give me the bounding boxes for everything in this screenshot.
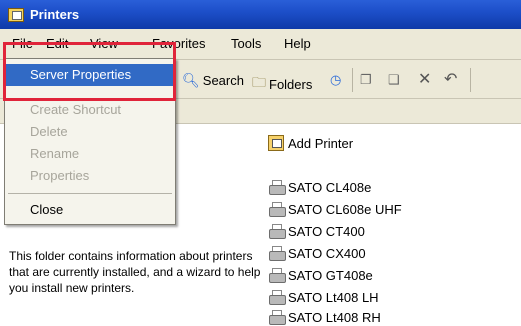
printer-name: SATO CL408e: [288, 179, 372, 195]
printer-icon: [268, 309, 286, 325]
printer-name: SATO Lt408 RH: [288, 309, 381, 325]
folders-icon: 🗀︎: [252, 74, 266, 90]
printer-name: SATO Lt408 LH: [288, 289, 379, 305]
add-printer-item[interactable]: Add Printer: [268, 134, 353, 152]
printer-icon: [268, 179, 286, 195]
undo-icon[interactable]: ↶: [444, 69, 457, 89]
printer-item[interactable]: SATO GT408e: [268, 266, 373, 284]
add-printer-label: Add Printer: [288, 135, 354, 151]
move-to-icon[interactable]: ❐: [360, 72, 372, 88]
printer-name: SATO CX400: [288, 245, 366, 261]
add-printer-icon: [268, 135, 284, 151]
history-icon[interactable]: ◷: [330, 72, 341, 88]
printer-item[interactable]: SATO CT400: [268, 222, 365, 240]
folders-button[interactable]: 🗀︎ Folders: [252, 72, 312, 96]
folder-info-text: This folder contains information about p…: [9, 249, 261, 295]
folders-label: Folders: [269, 76, 313, 92]
printer-name: SATO CL608e UHF: [288, 201, 402, 217]
printer-item[interactable]: SATO Lt408 LH: [268, 288, 379, 306]
menu-item-create-shortcut: Create Shortcut: [30, 102, 122, 117]
menu-item-rename: Rename: [30, 146, 80, 161]
printer-icon: [268, 223, 286, 239]
search-icon: 🔍︎: [182, 72, 200, 88]
menu-item-close[interactable]: Close: [6, 199, 174, 221]
highlight-annotation-box: [3, 42, 176, 101]
menu-item-properties: Properties: [30, 168, 90, 183]
printer-icon: [268, 289, 286, 305]
printer-item[interactable]: SATO Lt408 RH: [268, 308, 381, 326]
printer-item[interactable]: SATO CL608e UHF: [268, 200, 402, 218]
printer-item[interactable]: SATO CX400: [268, 244, 366, 262]
toolbar-separator: [352, 68, 353, 92]
menu-help[interactable]: Help: [284, 36, 311, 52]
printers-folder-icon: [8, 7, 24, 22]
menu-separator: [8, 193, 172, 194]
menu-item-delete: Delete: [30, 124, 68, 139]
search-label: Search: [202, 73, 244, 88]
window-title: Printers: [30, 7, 80, 22]
printer-item[interactable]: SATO CL408e: [268, 178, 371, 196]
menu-tools[interactable]: Tools: [231, 36, 261, 52]
search-button[interactable]: 🔍︎ Search: [182, 72, 244, 89]
printer-name: SATO GT408e: [288, 267, 373, 283]
printer-icon: [268, 267, 286, 283]
delete-icon[interactable]: ✕: [418, 69, 431, 89]
toolbar-separator: [470, 68, 471, 92]
printer-icon: [268, 245, 286, 261]
copy-to-icon[interactable]: ❑: [388, 72, 400, 88]
title-bar: Printers: [0, 0, 521, 29]
printer-name: SATO CT400: [288, 223, 365, 239]
printer-icon: [268, 201, 286, 217]
